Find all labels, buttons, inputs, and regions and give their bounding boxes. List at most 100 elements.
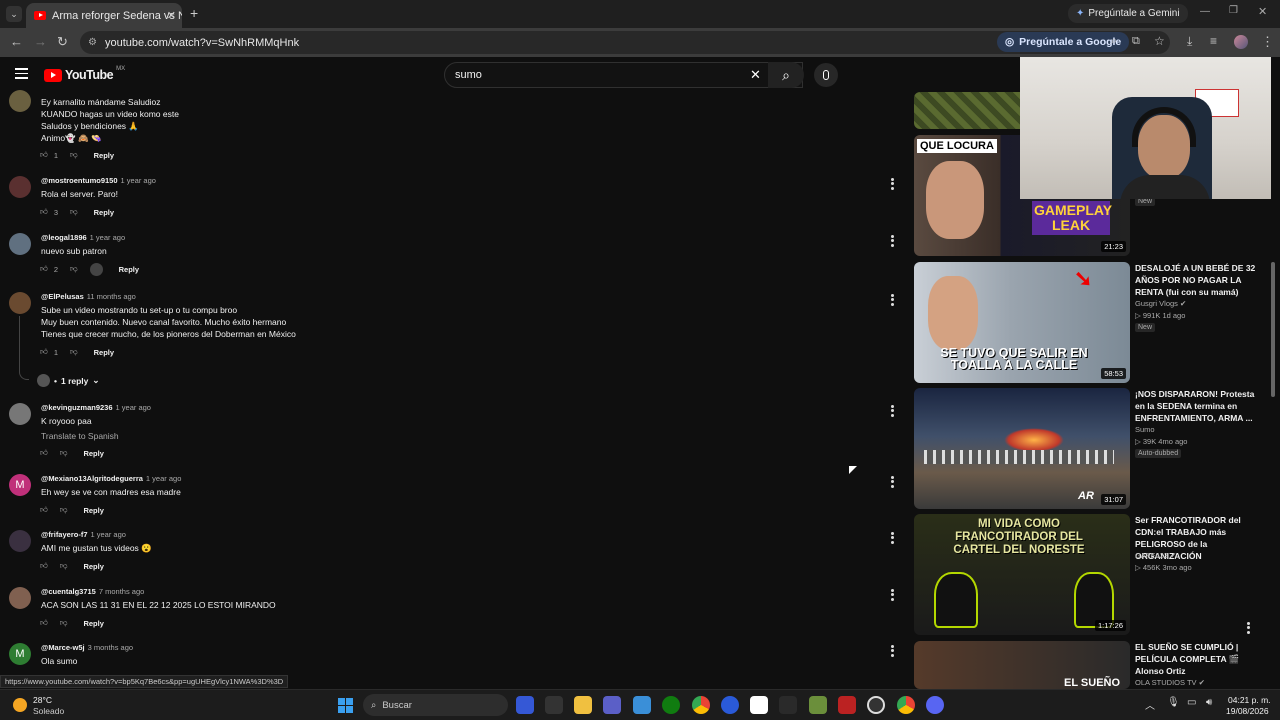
reply-button[interactable]: Reply: [94, 348, 114, 357]
zoom-icon[interactable]: ⌕: [1111, 35, 1117, 48]
avatar[interactable]: [9, 403, 31, 425]
avatar[interactable]: M: [9, 643, 31, 665]
dislike-icon[interactable]: 👎︎: [60, 505, 68, 515]
dislike-icon[interactable]: 👎︎: [70, 207, 78, 217]
reading-list-icon[interactable]: ≡: [1210, 34, 1217, 48]
download-icon[interactable]: ⤓: [1187, 34, 1192, 49]
xbox-icon[interactable]: [662, 696, 680, 714]
taskbar-search[interactable]: ⌕ Buscar: [363, 694, 508, 716]
file-explorer-icon[interactable]: [574, 696, 592, 714]
bookmark-star-icon[interactable]: ☆: [1154, 34, 1165, 48]
search-button[interactable]: ⌕: [768, 62, 804, 88]
close-tab-icon[interactable]: ✕: [167, 9, 176, 22]
profile-avatar[interactable]: [1234, 35, 1248, 49]
reply-button[interactable]: Reply: [83, 449, 103, 458]
clock-time[interactable]: 04:21 p. m.: [1228, 695, 1271, 705]
dislike-icon[interactable]: 👎︎: [70, 150, 78, 160]
comment-author[interactable]: @kevinguzman9236 1 year ago: [41, 403, 151, 412]
clock-date[interactable]: 19/08/2026: [1226, 706, 1269, 716]
video-thumbnail[interactable]: MI VIDA COMO FRANCOTIRADOR DEL CARTEL DE…: [914, 514, 1130, 635]
like-icon[interactable]: 👍︎: [40, 207, 48, 217]
reply-button[interactable]: Reply: [119, 265, 139, 274]
comment-menu-icon[interactable]: [889, 292, 895, 307]
comment-author[interactable]: @cuentalg3715 7 months ago: [41, 587, 144, 596]
reply-button[interactable]: Reply: [94, 151, 114, 160]
video-title[interactable]: DESALOJÉ A UN BEBÉ DE 32 AÑOS POR NO PAG…: [1135, 262, 1263, 298]
like-icon[interactable]: 👍︎: [40, 505, 48, 515]
weather-temp[interactable]: 28°C: [33, 695, 52, 705]
dislike-icon[interactable]: 👎︎: [70, 347, 78, 357]
avatar[interactable]: [9, 90, 31, 112]
comment-author[interactable]: @Mexiano13Algritodeguerra 1 year ago: [41, 474, 181, 483]
cast-icon[interactable]: ⧉: [1132, 35, 1140, 48]
comment-menu-icon[interactable]: [889, 530, 895, 545]
tray-chevron-icon[interactable]: ︿: [1145, 697, 1155, 712]
volume-icon[interactable]: 🔊︎: [1206, 697, 1212, 708]
comment-menu-icon[interactable]: [889, 176, 895, 191]
dislike-icon[interactable]: 👎︎: [60, 448, 68, 458]
comment-menu-icon[interactable]: [889, 403, 895, 418]
video-menu-icon[interactable]: [1245, 620, 1251, 635]
comment-author[interactable]: @leogal1896 1 year ago: [41, 233, 125, 242]
minecraft-icon[interactable]: [809, 696, 827, 714]
hamburger-menu-icon[interactable]: [15, 68, 28, 79]
network-icon[interactable]: ▭: [1187, 697, 1196, 708]
chrome-icon[interactable]: [692, 696, 710, 714]
reply-button[interactable]: Reply: [83, 619, 103, 628]
like-icon[interactable]: 👍︎: [40, 150, 48, 160]
comment-menu-icon[interactable]: [889, 474, 895, 489]
comment-menu-icon[interactable]: [889, 233, 895, 248]
avatar[interactable]: [9, 233, 31, 255]
video-title[interactable]: ¡NOS DISPARARON! Protesta en la SEDENA t…: [1135, 388, 1263, 424]
dislike-icon[interactable]: 👎︎: [70, 264, 78, 274]
avatar[interactable]: [9, 292, 31, 314]
davinci-icon[interactable]: [779, 696, 797, 714]
channel-name[interactable]: GAFE423 ✔: [1135, 551, 1176, 560]
start-button[interactable]: [338, 698, 353, 713]
like-icon[interactable]: 👍︎: [40, 347, 48, 357]
close-window-button[interactable]: ✕: [1258, 5, 1267, 18]
comment-author[interactable]: @Marce-w5j 3 months ago: [41, 643, 133, 652]
microphone-tray-icon[interactable]: 🎙︎: [1167, 697, 1180, 708]
reply-button[interactable]: Reply: [94, 208, 114, 217]
comment-author[interactable]: @mostroentumo9150 1 year ago: [41, 176, 156, 185]
like-icon[interactable]: 👍︎: [40, 448, 48, 458]
channel-name[interactable]: OLA STUDIOS TV ✔: [1135, 678, 1205, 687]
tab-list-button[interactable]: ⌄: [6, 6, 22, 22]
avatar[interactable]: M: [9, 474, 31, 496]
avatar[interactable]: [9, 530, 31, 552]
discord-icon[interactable]: [926, 696, 944, 714]
channel-name[interactable]: Sumo: [1135, 425, 1155, 434]
copilot-icon[interactable]: [516, 696, 534, 714]
site-info-icon[interactable]: ⚙: [88, 37, 97, 48]
video-thumbnail[interactable]: AR 31:07: [914, 388, 1130, 509]
app-icon[interactable]: [838, 696, 856, 714]
reply-button[interactable]: Reply: [83, 562, 103, 571]
channel-name[interactable]: Gusgri Vlogs ✔: [1135, 299, 1186, 308]
browser-menu-icon[interactable]: ⋮: [1261, 34, 1274, 50]
reload-icon[interactable]: ↻: [57, 34, 68, 50]
video-thumbnail[interactable]: EL SUEÑO: [914, 641, 1130, 689]
ask-google-button[interactable]: ◎ Pregúntale a Google: [997, 32, 1130, 52]
video-title[interactable]: EL SUEÑO SE CUMPLIÓ | PELÍCULA COMPLETA …: [1135, 641, 1263, 677]
sidebar-scrollbar[interactable]: [1271, 262, 1275, 397]
avatar[interactable]: [9, 176, 31, 198]
chrome-profile-icon[interactable]: [897, 696, 915, 714]
forward-icon[interactable]: →: [34, 34, 47, 49]
weather-icon[interactable]: [13, 698, 27, 712]
youtube-logo[interactable]: YouTube MX: [44, 66, 125, 82]
capcut-icon[interactable]: [750, 696, 768, 714]
ea-app-icon[interactable]: [721, 696, 739, 714]
dislike-icon[interactable]: 👎︎: [60, 618, 68, 628]
comment-menu-icon[interactable]: [889, 587, 895, 602]
comment-author[interactable]: @frifayero-f7 1 year ago: [41, 530, 126, 539]
reply-button[interactable]: Reply: [83, 506, 103, 515]
like-icon[interactable]: 👍︎: [40, 618, 48, 628]
minimize-button[interactable]: —: [1200, 6, 1210, 17]
video-thumbnail[interactable]: ➘ SE TUVO QUE SALIR EN TOALLA A LA CALLE…: [914, 262, 1130, 383]
dislike-icon[interactable]: 👎︎: [60, 561, 68, 571]
maximize-button[interactable]: ❐: [1229, 5, 1238, 16]
photos-icon[interactable]: [633, 696, 651, 714]
comment-author[interactable]: @ElPelusas 11 months ago: [41, 292, 136, 301]
like-icon[interactable]: 👍︎: [40, 264, 48, 274]
